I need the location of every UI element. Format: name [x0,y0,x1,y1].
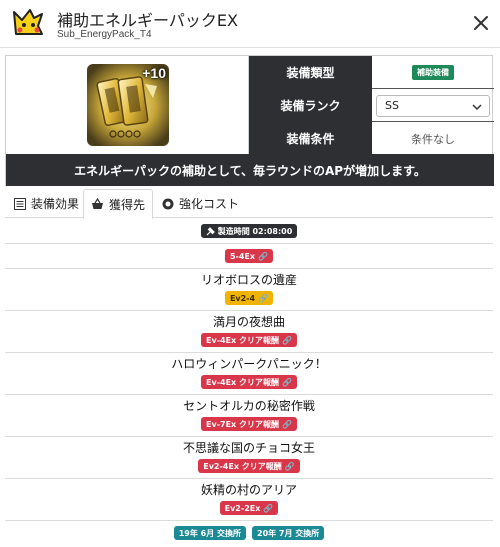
link-icon: 🔗 [258,293,269,303]
exchange-row: 19年 6月 交換所 20年 7月 交換所 [5,526,493,540]
list-item-title: リオボロスの遺産 [5,271,493,288]
list-item: Ev-4Ex クリア報酬 🔗 [5,333,493,347]
equip-type-row: 装備類型 補助装備 [249,56,494,89]
stage-link-label: Ev-7Ex クリア報酬 [206,419,279,429]
list-item-title: ハロウィンパークパニック！ [5,355,493,372]
item-description: エネルギーパックの補助として、毎ラウンドのAPが増加します。 [6,154,494,186]
rank-select-value: SS [385,99,399,112]
divider [5,394,493,395]
close-icon[interactable] [471,13,491,33]
equip-condition-value: 条件なし [411,132,455,146]
tab-equip-effect[interactable]: 装備効果 [14,189,79,218]
stage-link-label: 5-4Ex [229,251,256,261]
list-item-title: 不思議な国のチョコ女王 [5,439,493,456]
stage-link-label: Ev2-4Ex クリア報酬 [203,461,282,471]
equip-type-value: 補助装備 [372,56,494,89]
tab-bar: 装備効果 獲得先 強化コスト [5,189,493,219]
pikachu-logo-icon [8,4,48,44]
gear-icon [162,198,174,209]
stage-link[interactable]: Ev-7Ex クリア報酬 🔗 [201,417,297,431]
equip-rank-row: 装備ランク SS [249,89,494,122]
link-icon: 🔗 [263,503,274,513]
stage-link[interactable]: Ev2-4Ex クリア報酬 🔗 [198,459,300,473]
equip-type-label: 装備類型 [249,56,372,89]
list-item: Ev2-4 🔗 [5,291,493,305]
stage-link-label: Ev2-4 [229,293,256,303]
craft-time-badge: 製造時間 02:08:00 [200,224,298,238]
chevron-down-icon [472,103,482,110]
list-item: Ev-4Ex クリア報酬 🔗 [5,375,493,389]
tab-upgrade-cost[interactable]: 強化コスト [162,189,239,218]
link-icon: 🔗 [282,377,292,387]
header: 補助エネルギーパックEX Sub_EnergyPack_T4 [0,0,500,48]
stage-link[interactable]: Ev2-2Ex 🔗 [219,501,279,515]
link-icon: 🔗 [258,251,269,261]
tab-equip-effect-label: 装備効果 [31,197,80,211]
list-item-title: セントオルカの秘密作戦 [5,397,493,414]
link-icon: 🔗 [282,419,292,429]
list-item-title: 満月の夜想曲 [5,313,493,330]
equip-rank-cell: SS [372,89,494,122]
enhance-level: +10 [142,65,166,81]
equip-type-badge: 補助装備 [412,65,454,80]
stage-link-label: Ev-4Ex クリア報酬 [206,335,279,345]
divider [5,310,493,311]
link-icon: 🔗 [284,461,295,471]
stage-link[interactable]: Ev-4Ex クリア報酬 🔗 [201,375,297,389]
rank-select[interactable]: SS [376,94,490,117]
list-item: Ev2-4Ex クリア報酬 🔗 [5,459,493,473]
list-item-title: 妖精の村のアリア [5,481,493,498]
item-image-area: +10 [6,56,249,154]
event-name: セントオルカの秘密作戦 [183,399,315,413]
exchange-badge[interactable]: 19年 6月 交換所 [173,526,246,540]
stage-link[interactable]: Ev2-4 🔗 [224,291,274,305]
item-card: +10 装備類型 補助装備 装備ランク SS 装備条件 条件なし エネルギーパッ… [5,55,494,186]
basket-icon [91,198,103,209]
event-name: 妖精の村のアリア [200,483,297,497]
event-name: ハロウィンパークパニック！ [171,357,327,371]
event-name: 満月の夜想曲 [212,315,285,329]
craft-time-row: 製造時間 02:08:00 [5,224,493,238]
list-item: Ev-7Ex クリア報酬 🔗 [5,417,493,431]
divider [5,520,493,521]
item-image: +10 [87,64,169,146]
divider [5,352,493,353]
equip-condition-label: 装備条件 [249,122,372,155]
event-name: リオボロスの遺産 [200,273,297,287]
list-item: 5-4Ex 🔗 [5,249,493,263]
stage-link-label: Ev2-2Ex [224,503,261,513]
event-name: 不思議な国のチョコ女王 [182,441,315,455]
tab-upgrade-cost-label: 強化コスト [179,197,240,211]
stage-link[interactable]: Ev-4Ex クリア報酬 🔗 [201,333,297,347]
divider [5,268,493,269]
link-icon: 🔗 [282,335,292,345]
item-code: Sub_EnergyPack_T4 [57,29,152,40]
list-icon [14,197,26,210]
craft-time-text: 製造時間 02:08:00 [217,226,293,236]
hammer-icon [206,226,215,235]
stage-link[interactable]: 5-4Ex 🔗 [224,249,274,263]
page-title: 補助エネルギーパックEX [57,11,238,30]
stage-link-label: Ev-4Ex クリア報酬 [206,377,279,387]
tab-sources[interactable]: 獲得先 [83,189,153,219]
list-item: Ev2-2Ex 🔗 [5,501,493,515]
divider [5,243,493,244]
tab-sources-label: 獲得先 [108,197,145,212]
equip-condition-row: 装備条件 条件なし [249,122,494,155]
exchange-badge[interactable]: 20年 7月 交換所 [252,526,325,540]
divider [5,436,493,437]
equip-rank-label: 装備ランク [249,89,372,122]
divider [5,478,493,479]
